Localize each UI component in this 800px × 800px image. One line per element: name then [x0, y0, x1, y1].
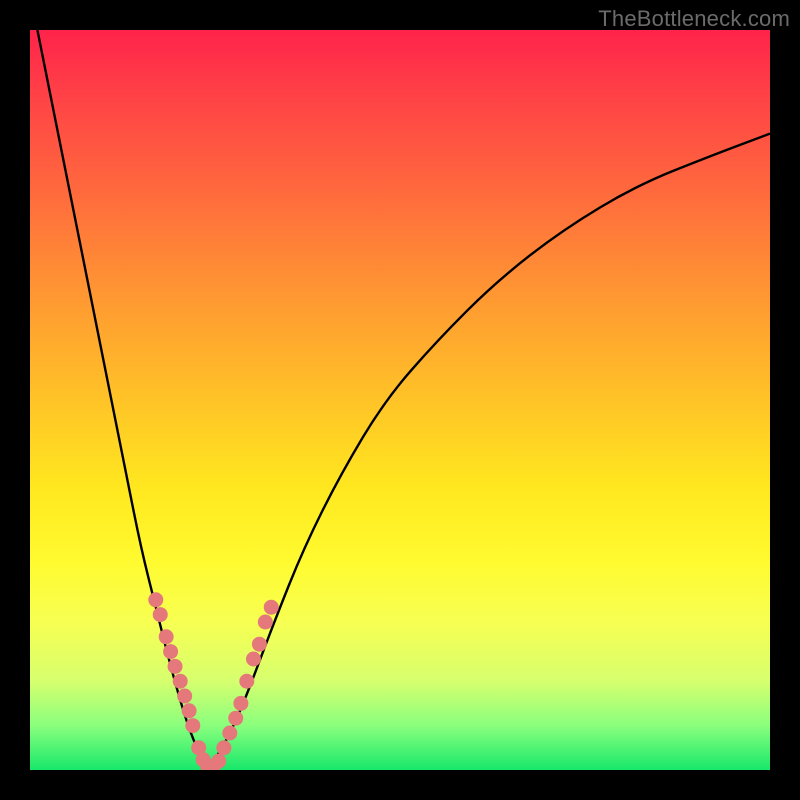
highlight-dot: [252, 637, 267, 652]
curve-layer: [37, 30, 770, 770]
highlight-dot: [177, 689, 192, 704]
highlight-dots: [148, 592, 278, 770]
highlight-dot: [222, 726, 237, 741]
highlight-dot: [239, 674, 254, 689]
highlight-dot: [173, 674, 188, 689]
chart-frame: TheBottleneck.com: [0, 0, 800, 800]
highlight-dot: [264, 600, 279, 615]
highlight-dot: [216, 740, 231, 755]
highlight-dot: [228, 711, 243, 726]
highlight-dot: [258, 615, 273, 630]
highlight-dot: [148, 592, 163, 607]
right-branch-curve: [208, 134, 770, 770]
chart-svg: [30, 30, 770, 770]
highlight-dot: [246, 652, 261, 667]
highlight-dot: [159, 629, 174, 644]
highlight-dot: [233, 696, 248, 711]
highlight-dot: [182, 703, 197, 718]
highlight-dot: [168, 659, 183, 674]
highlight-dot: [211, 754, 226, 769]
highlight-dot: [185, 718, 200, 733]
plot-area: [30, 30, 770, 770]
left-branch-curve: [37, 30, 207, 770]
highlight-dot: [153, 607, 168, 622]
watermark-text: TheBottleneck.com: [598, 6, 790, 32]
highlight-dot: [163, 644, 178, 659]
